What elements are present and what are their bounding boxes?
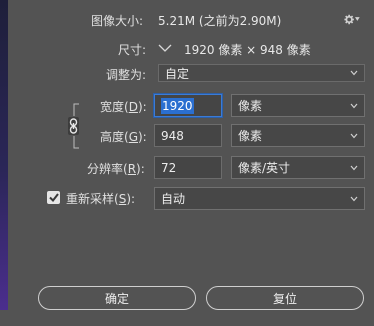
image-size-label: 图像大小: (91, 14, 144, 28)
resample-label: 重新采样(S): (66, 190, 135, 207)
gear-glyph (344, 14, 354, 24)
resolution-value: 72 (161, 160, 177, 175)
resolution-label-prefix: 分辨率( (87, 162, 128, 176)
constrain-proportions-link[interactable] (65, 103, 83, 149)
width-value: 1920 (161, 97, 194, 114)
width-unit-select[interactable]: 像素 (231, 94, 365, 117)
fit-to-select[interactable]: 自定 (158, 64, 365, 82)
height-unit-value: 像素 (238, 129, 263, 143)
width-label-accel: D (128, 100, 138, 114)
dimensions-value: 1920 像素 × 948 像素 (184, 43, 311, 57)
chevron-down-icon[interactable] (158, 42, 172, 54)
dimensions-label: 尺寸: (118, 43, 147, 57)
resample-label-suffix: ): (126, 192, 136, 206)
width-label-suffix: ): (137, 100, 147, 114)
height-value: 948 (161, 128, 184, 143)
check-icon (48, 193, 59, 202)
height-unit-select[interactable]: 像素 (231, 124, 365, 147)
chevron-down-icon (350, 133, 358, 139)
fit-to-label: 调整为: (106, 68, 147, 82)
resample-label-prefix: 重新采样( (66, 192, 119, 206)
height-label-accel: G (128, 130, 138, 144)
height-input[interactable]: 948 (154, 124, 222, 147)
chevron-down-icon (350, 103, 358, 109)
height-label-prefix: 高度( (100, 130, 129, 144)
width-label-prefix: 宽度( (100, 100, 129, 114)
resolution-input[interactable]: 72 (154, 156, 222, 179)
gear-icon[interactable] (344, 13, 360, 25)
resample-method-select[interactable]: 自动 (154, 187, 365, 210)
document-canvas-edge (0, 0, 8, 310)
gear-menu-arrow-icon (355, 17, 360, 21)
height-label-suffix: ): (138, 130, 147, 144)
fit-to-value: 自定 (165, 66, 190, 81)
ok-button[interactable]: 确定 (38, 286, 196, 310)
chevron-down-icon (350, 165, 358, 171)
height-label: 高度(G): (100, 128, 147, 145)
resolution-label: 分辨率(R): (87, 160, 145, 177)
resolution-label-suffix: ): (136, 162, 145, 176)
resample-checkbox[interactable] (47, 191, 60, 204)
width-unit-value: 像素 (238, 99, 263, 113)
resolution-unit-value: 像素/英寸 (238, 161, 291, 175)
resolution-unit-select[interactable]: 像素/英寸 (231, 156, 365, 179)
chevron-down-icon (350, 196, 358, 202)
width-input[interactable]: 1920 (154, 94, 222, 117)
image-size-value: 5.21M (之前为2.90M) (158, 14, 282, 28)
reset-button[interactable]: 复位 (206, 286, 364, 310)
width-label: 宽度(D): (100, 98, 147, 115)
resample-method-value: 自动 (161, 192, 186, 206)
chevron-down-icon (350, 70, 358, 76)
resolution-label-accel: R (127, 162, 137, 176)
